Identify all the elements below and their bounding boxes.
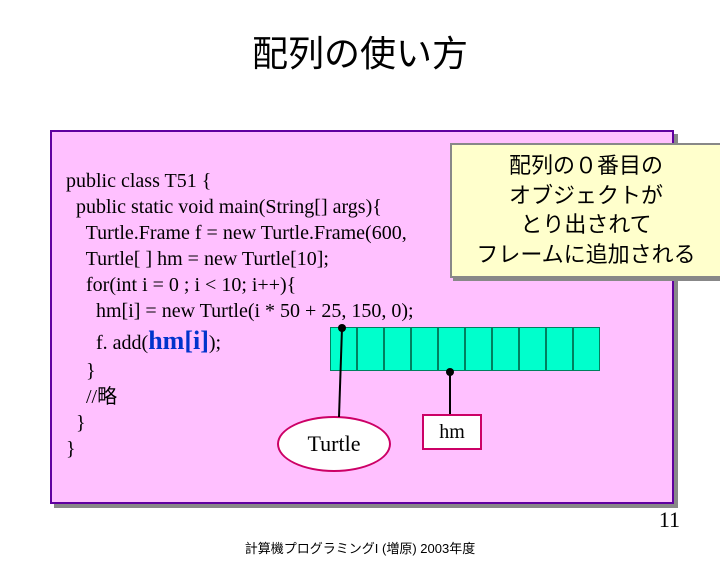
code-line: }: [66, 360, 96, 382]
code-line: f. add(: [66, 332, 148, 354]
array-diagram: [330, 327, 600, 371]
hm-label: hm: [439, 421, 465, 444]
callout-line: 配列の０番目の: [456, 151, 716, 181]
code-line: );: [209, 332, 221, 354]
array-cell: [384, 327, 411, 371]
array-cell: [573, 327, 600, 371]
hm-box: hm: [422, 414, 482, 450]
code-line: //略: [66, 386, 117, 408]
turtle-oval: Turtle: [277, 416, 391, 472]
callout-line: フレームに追加される: [456, 240, 716, 270]
array-cell: [465, 327, 492, 371]
callout-line: オブジェクトが: [456, 181, 716, 211]
code-line: }: [66, 412, 86, 434]
code-line: Turtle.Frame f = new Turtle.Frame(600,: [66, 222, 407, 244]
page-title: 配列の使い方: [0, 25, 720, 77]
code-line: public class T51 {: [66, 170, 211, 192]
array-cell: [411, 327, 438, 371]
array-cell: [546, 327, 573, 371]
code-line: }: [66, 438, 76, 460]
code-line: Turtle[ ] hm = new Turtle[10];: [66, 248, 329, 270]
highlight-hm: hm[i]: [148, 326, 209, 355]
code-line: public static void main(String[] args){: [66, 196, 382, 218]
array-cell: [492, 327, 519, 371]
callout-box: 配列の０番目の オブジェクトが とり出されて フレームに追加される: [450, 143, 720, 278]
array-cell: [438, 327, 465, 371]
turtle-label: Turtle: [308, 431, 361, 457]
array-cell: [519, 327, 546, 371]
footer-text: 計算機プログラミングI (増原) 2003年度: [0, 538, 720, 557]
code-line: hm[i] = new Turtle(i * 50 + 25, 150, 0);: [66, 300, 414, 322]
code-line: for(int i = 0 ; i < 10; i++){: [66, 274, 296, 296]
callout-line: とり出されて: [456, 210, 716, 240]
array-cell: [357, 327, 384, 371]
page-number: 11: [659, 507, 680, 533]
array-cell: [330, 327, 357, 371]
